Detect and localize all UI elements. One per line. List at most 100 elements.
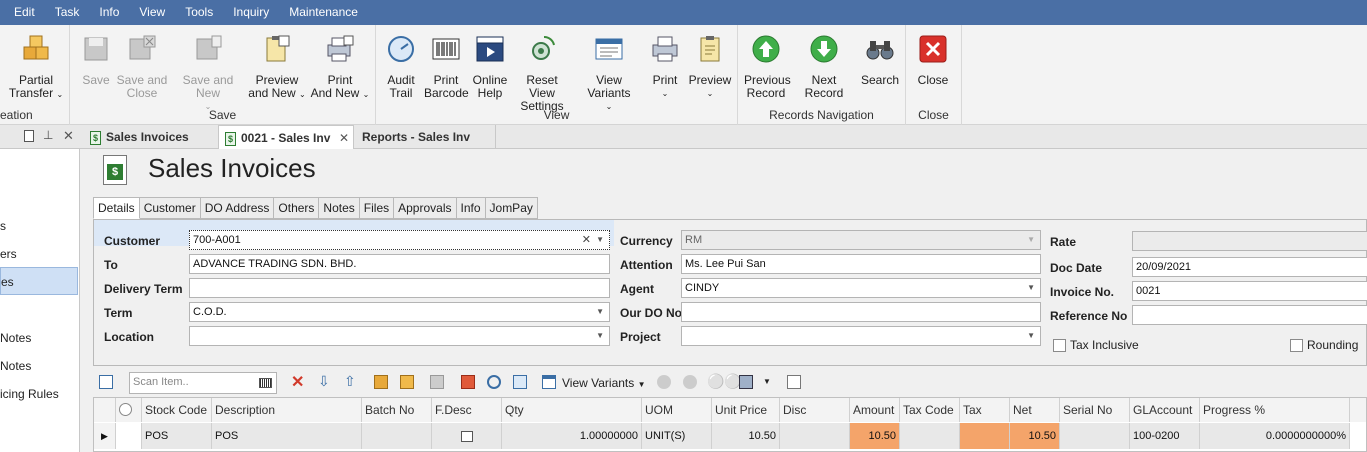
menu-edit[interactable]: Edit (0, 0, 45, 25)
tab-customer[interactable]: Customer (139, 197, 201, 219)
move-down-icon[interactable]: ⇩ (318, 373, 330, 390)
project-field[interactable]: ▼ (681, 326, 1041, 346)
search-doc-icon[interactable] (787, 375, 801, 389)
external-window-icon[interactable] (513, 375, 527, 389)
nav-item[interactable]: Notes (0, 324, 78, 352)
close-button[interactable]: Close (914, 33, 952, 87)
col-glaccount[interactable]: GLAccount (1130, 398, 1200, 422)
menu-info[interactable]: Info (89, 0, 129, 25)
nav-item[interactable]: Notes (0, 352, 78, 380)
col-serial-no[interactable]: Serial No (1060, 398, 1130, 422)
partial-transfer-button[interactable]: Partial Transfer ⌄ (8, 33, 64, 101)
reference-no-field[interactable] (1132, 305, 1367, 325)
online-help-button[interactable]: Online Help (472, 33, 508, 100)
pin-icon[interactable] (24, 130, 34, 142)
save-layout-icon[interactable] (739, 375, 753, 389)
close-pane-icon[interactable]: ✕ (63, 128, 74, 144)
rate-field[interactable] (1132, 231, 1367, 251)
chevron-down-icon[interactable]: ▼ (596, 303, 604, 321)
tab-invoice-0021[interactable]: $0021 - Sales Inv ✕ (218, 125, 354, 149)
col-stock-code[interactable]: Stock Code (142, 398, 212, 422)
cell-amount[interactable]: 10.50 (850, 423, 900, 449)
our-do-field[interactable] (681, 302, 1041, 322)
delivery-term-field[interactable] (189, 278, 610, 298)
agent-field[interactable]: CINDY ▼ (681, 278, 1041, 298)
col-net[interactable]: Net (1010, 398, 1060, 422)
col-batch-no[interactable]: Batch No (362, 398, 432, 422)
row-expand-icon[interactable]: ▶ (94, 423, 116, 449)
next-record-button[interactable]: Next Record (792, 33, 856, 100)
view-variants-dropdown[interactable]: View Variants ▼ (562, 376, 646, 390)
rounding-checkbox[interactable] (1290, 339, 1303, 352)
col-uom[interactable]: UOM (642, 398, 712, 422)
select-all-header[interactable] (116, 398, 142, 422)
binoculars-icon[interactable]: ⚪⚪ (707, 373, 742, 390)
col-qty[interactable]: Qty (502, 398, 642, 422)
tab-sales-invoices[interactable]: $ Sales Invoices (84, 125, 214, 149)
clear-icon[interactable]: ✕ (582, 231, 591, 249)
menu-inquiry[interactable]: Inquiry (223, 0, 279, 25)
invoice-no-field[interactable]: 0021 (1132, 281, 1367, 301)
edit-note-icon[interactable] (460, 430, 473, 442)
move-up-icon[interactable]: ⇧ (344, 373, 356, 390)
cell-tax-code[interactable] (900, 423, 960, 449)
tab-others[interactable]: Others (274, 197, 320, 219)
cell-disc[interactable] (780, 423, 850, 449)
col-f-desc[interactable]: F.Desc (432, 398, 502, 422)
location-field[interactable]: ▼ (189, 326, 610, 346)
nav-item-selected[interactable]: es (0, 267, 78, 295)
col-tax-code[interactable]: Tax Code (900, 398, 960, 422)
tab-jompay[interactable]: JomPay (485, 197, 538, 219)
chevron-down-icon[interactable]: ▼ (596, 231, 604, 249)
cell-unit-price[interactable]: 10.50 (712, 423, 780, 449)
print-and-new-button[interactable]: Print And New ⌄ (310, 33, 370, 101)
col-disc[interactable]: Disc (780, 398, 850, 422)
tab-approvals[interactable]: Approvals (394, 197, 457, 219)
tab-do-address[interactable]: DO Address (200, 197, 275, 219)
menu-maintenance[interactable]: Maintenance (279, 0, 368, 25)
new-row-icon[interactable] (99, 375, 113, 389)
paste-row-icon[interactable] (400, 375, 414, 389)
col-amount[interactable]: Amount (850, 398, 900, 422)
scan-item-input[interactable]: Scan Item.. (129, 372, 277, 394)
preview-and-new-button[interactable]: Preview and New ⌄ (248, 33, 306, 101)
reset-view-settings-button[interactable]: Reset View Settings (512, 33, 572, 113)
nav-item[interactable]: ers (0, 240, 78, 268)
chevron-down-icon[interactable]: ▼ (596, 327, 604, 345)
tab-reports-sales-inv[interactable]: Reports - Sales Inv (356, 125, 496, 149)
cell-f-desc[interactable] (432, 423, 502, 449)
tab-info[interactable]: Info (456, 197, 486, 219)
refresh-icon[interactable] (487, 375, 501, 389)
delete-row-icon[interactable]: ✕ (291, 372, 304, 392)
term-field[interactable]: C.O.D. ▼ (189, 302, 610, 322)
col-description[interactable]: Description (212, 398, 362, 422)
tab-details[interactable]: Details (93, 197, 140, 219)
nav-item[interactable]: icing Rules (0, 380, 78, 408)
col-unit-price[interactable]: Unit Price (712, 398, 780, 422)
search-button[interactable]: Search (860, 33, 900, 87)
col-progress[interactable]: Progress % (1200, 398, 1350, 422)
cell-net[interactable]: 10.50 (1010, 423, 1060, 449)
cell-description[interactable]: POS (212, 423, 362, 449)
chevron-down-icon[interactable]: ▼ (1027, 231, 1035, 249)
doc-date-field[interactable]: 20/09/2021 (1132, 257, 1367, 277)
save-button[interactable]: Save (78, 33, 114, 87)
copy-row-icon[interactable] (374, 375, 388, 389)
menu-tools[interactable]: Tools (175, 0, 223, 25)
customer-field[interactable]: 700-A001 ✕ ▼ (189, 230, 610, 250)
cell-batch-no[interactable] (362, 423, 432, 449)
tag-icon[interactable] (461, 375, 475, 389)
preview-button[interactable]: Preview ⌄ (686, 33, 734, 100)
cell-serial-no[interactable] (1060, 423, 1130, 449)
cell-uom[interactable]: UNIT(S) (642, 423, 712, 449)
select-all-radio[interactable] (119, 403, 132, 416)
cell-progress[interactable]: 0.0000000000% (1200, 423, 1350, 449)
row-select-cell[interactable] (116, 423, 142, 449)
previous-record-button[interactable]: Previous Record (744, 33, 791, 100)
tax-inclusive-checkbox[interactable] (1053, 339, 1066, 352)
attention-field[interactable]: Ms. Lee Pui San (681, 254, 1041, 274)
cell-tax[interactable] (960, 423, 1010, 449)
nav-item[interactable]: s (0, 212, 78, 240)
close-tab-icon[interactable]: ✕ (339, 126, 349, 150)
cell-stock-code[interactable]: POS (142, 423, 212, 449)
